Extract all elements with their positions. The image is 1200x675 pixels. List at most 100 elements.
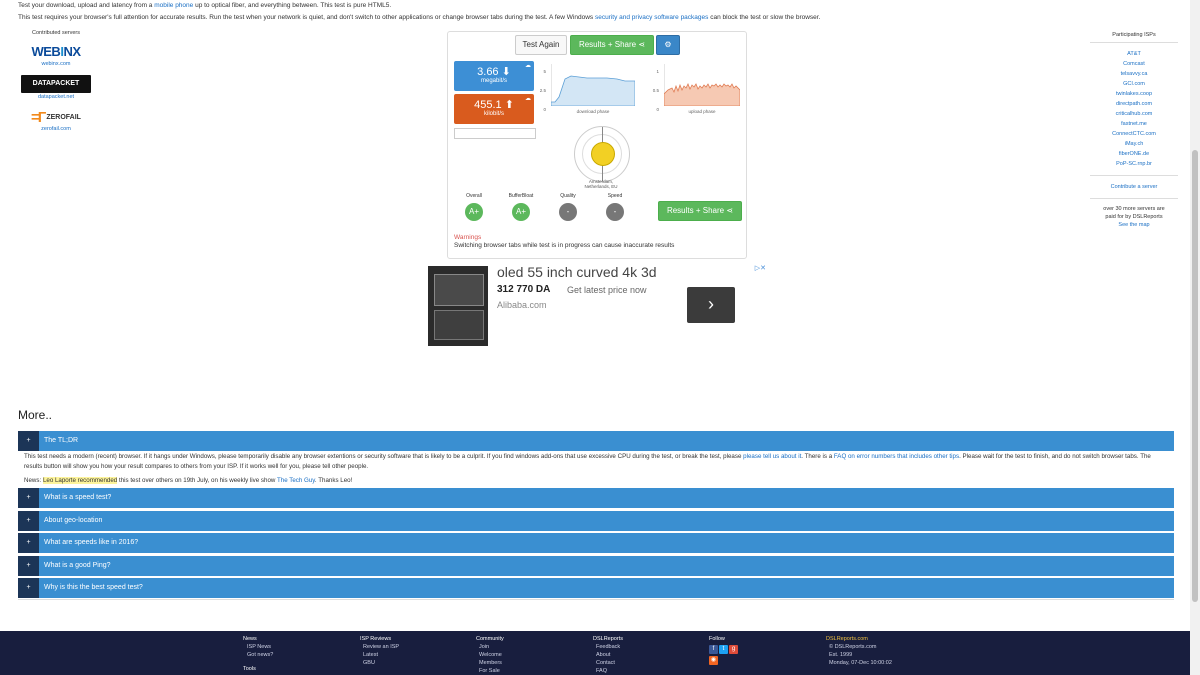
ad-product-image[interactable] <box>428 266 488 346</box>
zerofail-logo[interactable]: =Г ZEROFAIL <box>18 108 94 126</box>
grade-overall[interactable]: Overall A+ <box>456 193 492 221</box>
grade-bufferbloat[interactable]: BufferBloat A+ <box>503 193 539 221</box>
upload-graph-svg <box>663 64 741 107</box>
footer-link[interactable]: Got news? <box>243 651 273 659</box>
rss-icon[interactable]: ◉ <box>709 656 718 665</box>
accordion-label: What is a speed test? <box>44 494 112 501</box>
share-icon: ⋖ <box>726 206 734 215</box>
datapacket-logo[interactable]: DATAPACKET <box>21 75 91 93</box>
upload-icon: ⬆ <box>504 99 514 111</box>
accordion-label: Why is this the best speed test? <box>44 584 143 591</box>
isp-link[interactable]: twinlakes.coop <box>1090 89 1178 99</box>
scrollbar[interactable] <box>1190 0 1200 675</box>
webinx-logo[interactable]: WEBINX <box>18 44 94 60</box>
tldr-paragraph: This test needs a modern (recent) browse… <box>24 453 1151 470</box>
isp-link[interactable]: GCI.com <box>1090 79 1178 89</box>
ul-axis-tick: 0 <box>656 107 659 112</box>
isp-link[interactable]: criticalhub.com <box>1090 109 1178 119</box>
isp-link[interactable]: telsavvy.ca <box>1090 69 1178 79</box>
warnings-text: Switching browser tabs while test is in … <box>454 242 675 249</box>
advertisement[interactable]: oled 55 inch curved 4k 3d 312 770 DA Get… <box>426 264 768 368</box>
isp-link[interactable]: AT&T <box>1090 49 1178 59</box>
grade-badge: A+ <box>465 203 483 221</box>
footer-link[interactable]: Welcome <box>476 651 504 659</box>
settings-button[interactable]: ⚙ <box>656 35 680 55</box>
upload-graph: 1 0.5 0 upload phase <box>653 64 741 114</box>
ad-title[interactable]: oled 55 inch curved 4k 3d <box>497 264 657 280</box>
accordion-label: The TL;DR <box>44 437 79 444</box>
footer-established: Est. 1999 <box>829 652 853 658</box>
scrollbar-thumb[interactable] <box>1192 150 1198 602</box>
servers-note-2: paid for by DSLReports <box>1105 214 1163 220</box>
facebook-icon[interactable]: f <box>709 645 718 654</box>
test-again-button[interactable]: Test Again <box>515 35 567 55</box>
cloud-icon: ☁ <box>525 96 531 102</box>
gear-icon: ⚙ <box>664 40 672 49</box>
download-icon: ⬇ <box>501 66 511 78</box>
tech-guy-link[interactable]: The Tech Guy <box>277 477 315 484</box>
isp-link[interactable]: iMay.ch <box>1090 139 1178 149</box>
mobile-phone-link[interactable]: mobile phone <box>154 2 193 9</box>
footer-link[interactable]: Feedback <box>593 643 623 651</box>
isp-link[interactable]: PoP-SC.rnp.br <box>1090 159 1178 169</box>
webinx-link[interactable]: webinx.com <box>18 61 94 67</box>
latency-indicator <box>591 142 615 166</box>
results-share-button-bottom[interactable]: Results + Share ⋖ <box>658 201 742 221</box>
accordion-best-speed-test[interactable]: + Why is this the best speed test? <box>18 578 1174 598</box>
upload-value: 455.1 <box>474 99 502 111</box>
accordion-tldr[interactable]: + The TL;DR <box>18 431 1174 451</box>
zerofail-link[interactable]: zerofail.com <box>18 126 94 132</box>
isp-link[interactable]: Comcast <box>1090 59 1178 69</box>
google-plus-icon[interactable]: g <box>729 645 738 654</box>
tell-us-link[interactable]: please tell us about it <box>743 453 801 460</box>
accordion-good-ping[interactable]: + What is a good Ping? <box>18 556 1174 576</box>
download-graph-svg <box>550 64 636 107</box>
grade-speed[interactable]: Speed - <box>597 193 633 221</box>
footer-link[interactable]: Members <box>476 659 504 667</box>
download-result: ☁ 3.66 ⬇ megabit/s <box>454 61 534 91</box>
accordion-geo-location[interactable]: + About geo-location <box>18 511 1174 531</box>
dl-axis-tick: 2.5 <box>539 88 546 93</box>
footer-date: Monday, 07-Dec 10:00:02 <box>829 660 892 666</box>
ad-next-button[interactable]: › <box>687 287 735 323</box>
grade-badge: - <box>559 203 577 221</box>
isp-link[interactable]: fastnet.me <box>1090 119 1178 129</box>
footer-link[interactable]: For Sale <box>476 667 504 675</box>
footer-link[interactable]: FAQ <box>593 667 623 675</box>
footer-link[interactable]: Contact <box>593 659 623 667</box>
contribute-server-link[interactable]: Contribute a server <box>1090 182 1178 192</box>
grade-badge: - <box>606 203 624 221</box>
footer-copyright: © DSLReports.com <box>829 644 877 650</box>
divider <box>1090 198 1178 199</box>
ad-cta[interactable]: Get latest price now <box>567 285 647 295</box>
see-map-link[interactable]: See the map <box>1090 221 1178 229</box>
isp-link[interactable]: fiberONE.de <box>1090 149 1178 159</box>
accordion-speeds-2016[interactable]: + What are speeds like in 2016? <box>18 533 1174 553</box>
twitter-icon[interactable]: t <box>719 645 728 654</box>
security-software-link[interactable]: security and privacy software packages <box>595 14 708 21</box>
grade-quality[interactable]: Quality - <box>550 193 586 221</box>
footer-community: Community Join Welcome Members For Sale <box>476 636 504 675</box>
results-share-button[interactable]: Results + Share ⋖ <box>570 35 654 55</box>
download-unit: megabit/s <box>480 78 507 84</box>
ad-choices-icon[interactable]: ▷✕ <box>755 264 766 272</box>
download-graph: 5 2.5 0 download phase <box>540 64 636 114</box>
divider <box>1090 175 1178 176</box>
dl-axis-tick: 5 <box>543 69 546 74</box>
footer-link[interactable]: GBU <box>360 659 399 667</box>
isp-link[interactable]: directpath.com <box>1090 99 1178 109</box>
faq-link[interactable]: FAQ on error numbers that includes other… <box>834 453 959 460</box>
footer-link[interactable]: Latest <box>360 651 399 659</box>
speed-test-panel: Test Again Results + Share ⋖ ⚙ ☁ 3.66 ⬇ … <box>447 31 747 259</box>
datapacket-link[interactable]: datapacket.net <box>18 94 94 100</box>
upload-phase-caption: upload phase <box>688 109 716 114</box>
isp-link[interactable]: ConnectCTC.com <box>1090 129 1178 139</box>
news-paragraph: News: Leo Laporte recommended this test … <box>24 477 353 484</box>
footer-link[interactable]: Review an ISP <box>360 643 399 651</box>
isps-header: Participating ISPs <box>1112 32 1156 38</box>
accordion-what-is-speed-test[interactable]: + What is a speed test? <box>18 488 1174 508</box>
footer-link[interactable]: About <box>593 651 623 659</box>
footer-link[interactable]: Join <box>476 643 504 651</box>
plus-icon: + <box>18 578 39 598</box>
footer-link[interactable]: ISP News <box>243 643 273 651</box>
